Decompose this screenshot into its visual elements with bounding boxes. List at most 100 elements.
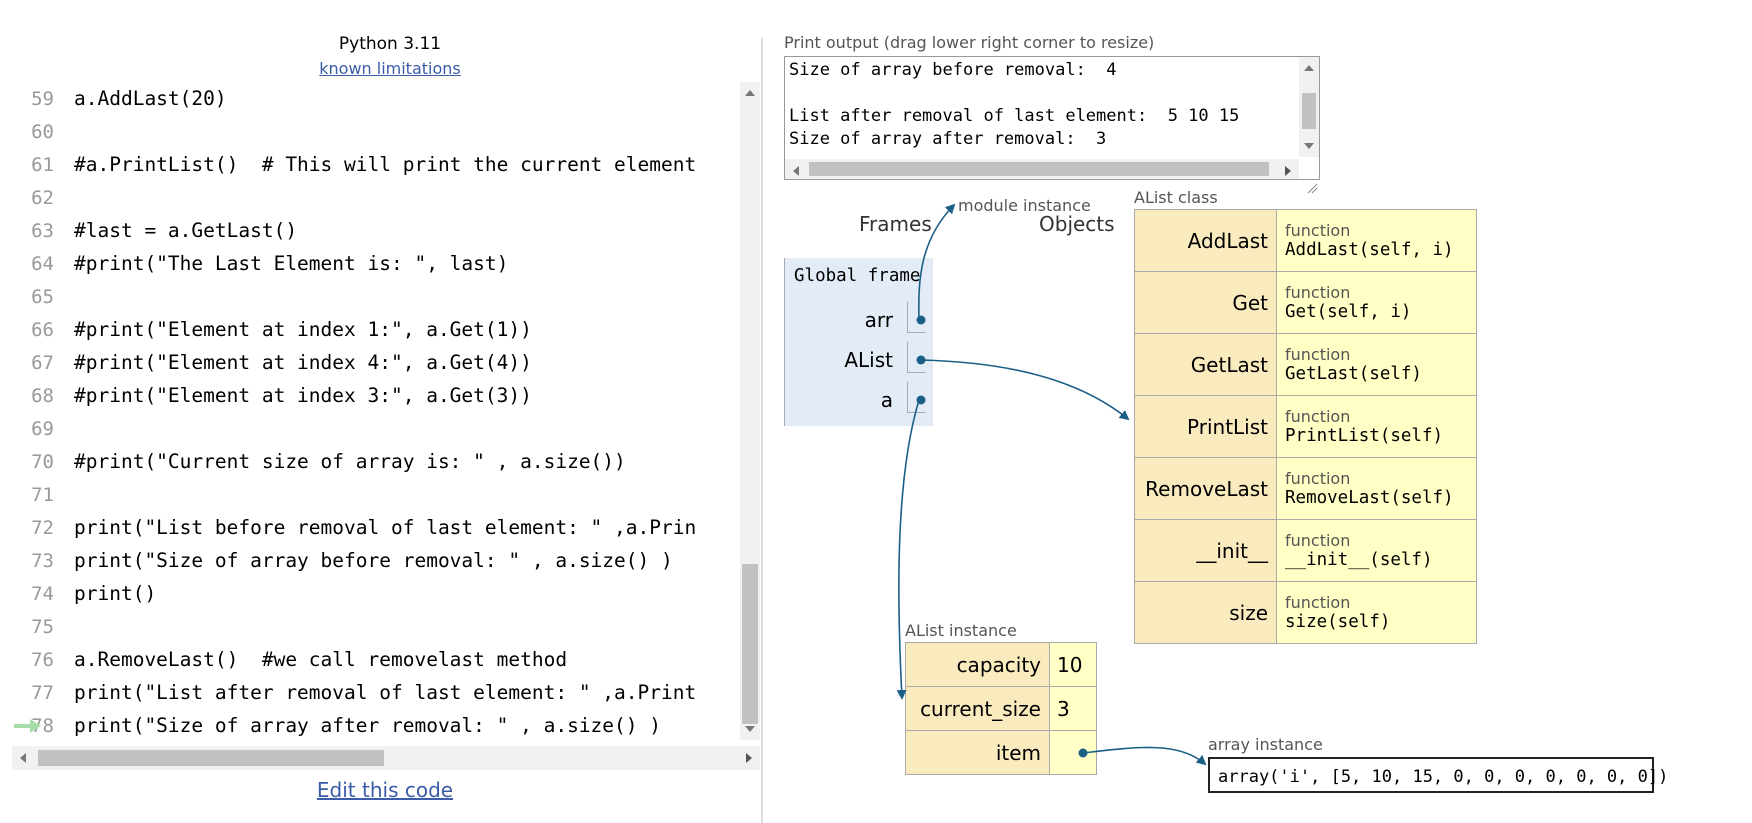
line-code: #print("Element at index 4:", a.Get(4)) xyxy=(74,351,532,374)
scroll-up-icon[interactable] xyxy=(1304,65,1314,71)
method-name: RemoveLast xyxy=(1134,457,1277,520)
line-number: 61 xyxy=(31,153,54,176)
code-line: 74 print() xyxy=(12,577,752,610)
code-line: 61 #a.PrintList() # This will print the c… xyxy=(12,148,752,181)
instance-object: capacity 10 current_size 3 item xyxy=(905,642,1097,775)
print-output-label: Print output (drag lower right corner to… xyxy=(784,33,1155,52)
arrow-icon xyxy=(12,816,312,823)
known-limitations-link[interactable]: known limitations xyxy=(300,59,480,78)
code-line: 67 #print("Element at index 4:", a.Get(4)… xyxy=(12,346,752,379)
class-method-row: Get function Get(self, i) xyxy=(1134,271,1477,334)
scroll-thumb[interactable] xyxy=(809,162,1269,176)
line-number: 73 xyxy=(31,549,54,572)
line-number: 65 xyxy=(31,285,54,308)
method-name: Get xyxy=(1134,271,1277,334)
resize-grip-icon[interactable] xyxy=(1306,182,1318,194)
legend-cutoff xyxy=(12,812,312,823)
scroll-right-icon[interactable] xyxy=(1285,166,1291,176)
line-number: 64 xyxy=(31,252,54,275)
pointer-cell xyxy=(907,302,926,333)
line-number: 68 xyxy=(31,384,54,407)
module-instance-label: module instance xyxy=(958,196,1091,215)
var-arr: arr xyxy=(864,308,893,332)
line-code: #last = a.GetLast() xyxy=(74,219,298,242)
print-output-box[interactable]: Size of array before removal: 4 List aft… xyxy=(784,56,1320,180)
line-number: 63 xyxy=(31,219,54,242)
code-line: 65 xyxy=(12,280,752,313)
code-editor: 59 a.AddLast(20) 60 61 #a.PrintList() # This… xyxy=(12,82,760,740)
scroll-left-icon[interactable] xyxy=(20,753,26,763)
pointer-cell xyxy=(907,382,926,413)
scroll-thumb[interactable] xyxy=(38,750,384,766)
line-code: print() xyxy=(74,582,157,605)
line-code: #print("Element at index 1:", a.Get(1)) xyxy=(74,318,532,341)
code-line: 66 #print("Element at index 1:", a.Get(1)… xyxy=(12,313,752,346)
line-code: print("List after removal of last elemen… xyxy=(74,681,697,704)
field-name: capacity xyxy=(905,642,1050,687)
class-method-row: RemoveLast function RemoveLast(self) xyxy=(1134,457,1477,520)
code-line: 72 print("List before removal of last ele… xyxy=(12,511,752,544)
method-signature: size(self) xyxy=(1285,612,1391,632)
scroll-thumb[interactable] xyxy=(742,564,758,724)
method-kind: function xyxy=(1285,469,1351,488)
field-name: current_size xyxy=(905,686,1050,731)
panel-divider xyxy=(761,38,763,823)
scroll-thumb[interactable] xyxy=(1302,93,1316,129)
line-number: 71 xyxy=(31,483,54,506)
line-code: #print("The Last Element is: ", last) xyxy=(74,252,509,275)
var-alist: AList xyxy=(844,348,893,372)
instance-field-row: capacity 10 xyxy=(905,642,1097,687)
line-number: 75 xyxy=(31,615,54,638)
method-kind: function xyxy=(1285,221,1351,240)
field-value: 3 xyxy=(1049,686,1097,731)
scroll-right-icon[interactable] xyxy=(746,753,752,763)
arrow-alist-to-class xyxy=(918,359,1130,421)
method-signature: RemoveLast(self) xyxy=(1285,488,1454,508)
instance-field-row: current_size 3 xyxy=(905,686,1097,731)
scroll-down-icon[interactable] xyxy=(1304,143,1314,149)
line-number: 74 xyxy=(31,582,54,605)
line-number: 59 xyxy=(31,87,54,110)
code-line: 68 #print("Element at index 3:", a.Get(3)… xyxy=(12,379,752,412)
scroll-down-icon[interactable] xyxy=(745,726,755,732)
method-name: PrintList xyxy=(1134,395,1277,458)
line-number: 76 xyxy=(31,648,54,671)
method-value: function size(self) xyxy=(1276,581,1477,644)
code-horizontal-scrollbar[interactable] xyxy=(12,746,760,770)
code-line: 73 print("Size of array before removal: "… xyxy=(12,544,752,577)
code-line: 64 #print("The Last Element is: ", last) xyxy=(12,247,752,280)
array-label: array instance xyxy=(1208,735,1323,754)
current-line-arrow-icon xyxy=(14,719,41,733)
global-frame: Global frame arr AList a xyxy=(784,258,933,426)
pointer-cell xyxy=(907,342,926,373)
code-line: 76 a.RemoveLast() #we call removelast met… xyxy=(12,643,752,676)
code-line: 69 xyxy=(12,412,752,445)
class-method-row: __init__ function __init__(self) xyxy=(1134,519,1477,582)
output-vertical-scrollbar[interactable] xyxy=(1299,57,1319,157)
scroll-left-icon[interactable] xyxy=(793,166,799,176)
line-number: 66 xyxy=(31,318,54,341)
output-horizontal-scrollbar[interactable] xyxy=(785,159,1299,179)
line-number: 62 xyxy=(31,186,54,209)
method-name: GetLast xyxy=(1134,333,1277,396)
code-line: 71 xyxy=(12,478,752,511)
class-method-row: AddLast function AddLast(self, i) xyxy=(1134,209,1477,272)
line-code: a.AddLast(20) xyxy=(74,87,227,110)
global-frame-title: Global frame xyxy=(794,266,921,286)
method-name: __init__ xyxy=(1134,519,1277,582)
code-vertical-scrollbar[interactable] xyxy=(740,82,760,740)
line-number: 77 xyxy=(31,681,54,704)
field-value xyxy=(1049,730,1097,775)
method-kind: function xyxy=(1285,531,1351,550)
class-method-row: size function size(self) xyxy=(1134,581,1477,644)
method-value: function PrintList(self) xyxy=(1276,395,1477,458)
edit-code-link[interactable]: Edit this code xyxy=(280,778,490,802)
line-code: print("Size of array after removal: " , … xyxy=(74,714,661,737)
method-signature: GetLast(self) xyxy=(1285,364,1422,384)
line-number: 67 xyxy=(31,351,54,374)
instance-field-row: item xyxy=(905,730,1097,775)
scroll-up-icon[interactable] xyxy=(745,90,755,96)
method-name: AddLast xyxy=(1134,209,1277,272)
method-signature: PrintList(self) xyxy=(1285,426,1444,446)
code-line: 75 xyxy=(12,610,752,643)
